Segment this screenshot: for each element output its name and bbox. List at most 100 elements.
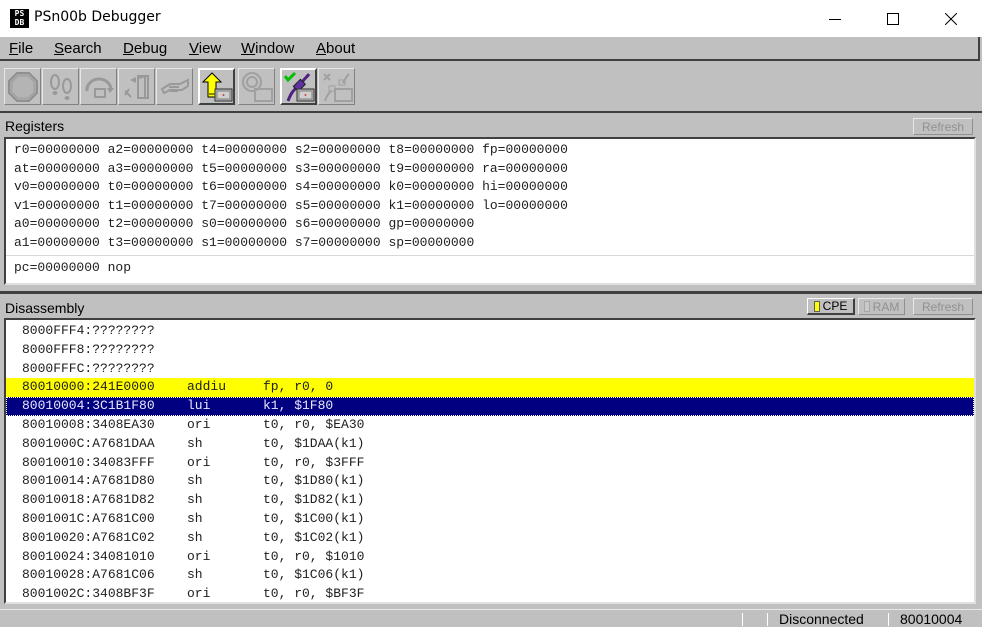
current-address: 80010004 xyxy=(900,611,963,627)
step-out-button[interactable] xyxy=(118,68,155,105)
disconnect-button[interactable] xyxy=(318,68,355,105)
ram-toggle-button[interactable]: RAM xyxy=(858,298,905,315)
step-over-icon xyxy=(84,77,114,98)
step-footprints-icon xyxy=(49,73,72,100)
panel-splitter[interactable] xyxy=(0,291,982,294)
instruction-mnemonic: addiu xyxy=(187,379,227,395)
step-button[interactable] xyxy=(42,68,79,105)
instruction-mnemonic: sh xyxy=(187,492,203,508)
run-to-handshake-icon xyxy=(160,77,189,94)
instruction-address: 80010010:34083FFF xyxy=(22,454,155,470)
registers-refresh-button[interactable]: Refresh xyxy=(913,118,973,135)
disassembly-row-current-pc[interactable]: 80010000:241E0000 addiu fp, r0, 0 xyxy=(6,378,974,398)
connect-icon xyxy=(283,71,314,102)
run-button[interactable] xyxy=(156,68,193,105)
instruction-address: 8000FFFC:???????? xyxy=(22,360,155,376)
window-title: PSn00b Debugger xyxy=(34,9,161,25)
instruction-address: 80010018:A7681D82 xyxy=(22,492,155,508)
menu-file[interactable]: File xyxy=(9,40,33,57)
toolbar xyxy=(0,63,982,113)
pc-separator xyxy=(6,255,974,256)
instruction-mnemonic: sh xyxy=(187,435,203,451)
disassembly-row[interactable]: 8000FFFC:???????? xyxy=(6,360,974,379)
pc-line: pc=00000000 nop xyxy=(14,260,132,275)
instruction-mnemonic: sh xyxy=(187,511,203,526)
disassembly-row[interactable]: 80010018:A7681D82 sh t0, $1D82(k1) xyxy=(6,491,974,510)
menu-about[interactable]: About xyxy=(316,40,355,57)
instruction-operands: t0, $1C02(k1) xyxy=(263,529,365,545)
disassembly-row[interactable]: 80010008:3408EA30 ori t0, r0, $EA30 xyxy=(6,416,974,435)
instruction-operands: t0, r0, $1010 xyxy=(263,548,365,564)
stop-icon xyxy=(7,71,38,102)
connection-status: Disconnected xyxy=(779,611,864,627)
instruction-address: 8000FFF4:???????? xyxy=(22,323,155,338)
disassembly-row[interactable]: 8000FFF4:???????? xyxy=(6,322,974,341)
instruction-address: 80010020:A7681C02 xyxy=(22,529,155,545)
step-out-icon xyxy=(123,74,149,99)
disassembly-row[interactable]: 80010010:34083FFF ori t0, r0, $3FFF xyxy=(6,454,974,473)
app-logo-icon: PS DB xyxy=(10,9,29,28)
menu-window[interactable]: Window xyxy=(241,40,294,57)
disassembly-row[interactable]: 8001000C:A7681DAA sh t0, $1DAA(k1) xyxy=(6,435,974,454)
disassembly-row[interactable]: 80010028:A7681C06 sh t0, $1C06(k1) xyxy=(6,566,974,585)
disassembly-row[interactable]: 80010014:A7681D80 sh t0, $1D80(k1) xyxy=(6,472,974,491)
close-button[interactable] xyxy=(928,0,974,37)
instruction-mnemonic: ori xyxy=(187,548,211,564)
stop-button[interactable] xyxy=(4,68,41,105)
close-icon xyxy=(945,12,957,25)
disassembly-row[interactable]: 8000FFF8:???????? xyxy=(6,341,974,360)
upload-button[interactable] xyxy=(198,68,235,105)
register-row: r0=00000000 a2=00000000 t4=00000000 s2=0… xyxy=(14,142,568,157)
instruction-operands: t0, $1C06(k1) xyxy=(263,567,365,583)
menu-search[interactable]: Search xyxy=(54,40,102,57)
instruction-mnemonic: ori xyxy=(187,454,211,470)
disassembly-refresh-button[interactable]: Refresh xyxy=(913,298,973,315)
instruction-operands: t0, $1DAA(k1) xyxy=(263,435,365,451)
maximize-button[interactable] xyxy=(870,0,916,37)
instruction-mnemonic: ori xyxy=(187,417,211,432)
instruction-operands: k1, $1F80 xyxy=(263,398,334,414)
registers-label: Registers xyxy=(5,118,65,134)
instruction-mnemonic: lui xyxy=(187,398,211,414)
reboot-button[interactable] xyxy=(238,68,275,105)
step-over-button[interactable] xyxy=(80,68,117,105)
disassembly-view[interactable]: 8000FFF4:???????? 8000FFF8:???????? 8000FF… xyxy=(4,318,976,604)
instruction-address: 80010008:3408EA30 xyxy=(22,417,155,432)
menu-debug[interactable]: Debug xyxy=(123,40,167,57)
disassembly-row[interactable]: 8001001C:A7681C00 sh t0, $1C00(k1) xyxy=(6,510,974,529)
cpe-indicator-icon xyxy=(813,300,820,312)
connect-button[interactable] xyxy=(280,68,317,105)
disassembly-row[interactable]: 8001002C:3408BF3F ori t0, r0, $BF3F xyxy=(6,585,974,602)
instruction-mnemonic: sh xyxy=(187,567,203,583)
instruction-operands: fp, r0, 0 xyxy=(263,379,334,395)
instruction-operands: t0, $1D80(k1) xyxy=(263,473,365,489)
instruction-operands: t0, r0, $EA30 xyxy=(263,417,365,432)
cpe-toggle-button[interactable]: CPE xyxy=(807,298,855,315)
register-row: at=00000000 a3=00000000 t5=00000000 s3=0… xyxy=(14,160,568,176)
menu-bar: File Search Debug View Window About xyxy=(0,37,980,61)
register-row: v0=00000000 t0=00000000 t6=00000000 s4=0… xyxy=(14,179,568,194)
disassembly-label: Disassembly xyxy=(5,300,85,316)
instruction-address: 80010004:3C1B1F80 xyxy=(22,398,155,414)
disconnect-icon xyxy=(322,72,353,102)
instruction-address: 80010014:A7681D80 xyxy=(22,473,155,489)
instruction-address: 8001000C:A7681DAA xyxy=(22,435,155,451)
status-separator xyxy=(742,613,743,626)
disassembly-row-selected[interactable]: 80010004:3C1B1F80 lui k1, $1F80 xyxy=(6,397,974,416)
minimize-button[interactable] xyxy=(812,0,858,37)
status-bar: Disconnected 80010004 xyxy=(0,609,982,627)
instruction-mnemonic: sh xyxy=(187,473,203,489)
upload-arrow-icon xyxy=(201,71,232,101)
disassembly-row[interactable]: 80010024:34081010 ori t0, r0, $1010 xyxy=(6,548,974,567)
reboot-icon xyxy=(241,71,273,102)
instruction-address: 8001001C:A7681C00 xyxy=(22,511,155,526)
maximize-icon xyxy=(887,12,899,25)
status-separator xyxy=(888,613,889,626)
instruction-address: 8001002C:3408BF3F xyxy=(22,586,155,602)
disassembly-row[interactable]: 80010020:A7681C02 sh t0, $1C02(k1) xyxy=(6,529,974,548)
register-row: a0=00000000 t2=00000000 s0=00000000 s6=0… xyxy=(14,216,475,231)
title-bar: PS DB PSn00b Debugger xyxy=(0,0,982,37)
register-row: a1=00000000 t3=00000000 s1=00000000 s7=0… xyxy=(14,234,475,250)
menu-view[interactable]: View xyxy=(189,40,221,57)
registers-view: r0=00000000 a2=00000000 t4=00000000 s2=0… xyxy=(4,137,976,285)
